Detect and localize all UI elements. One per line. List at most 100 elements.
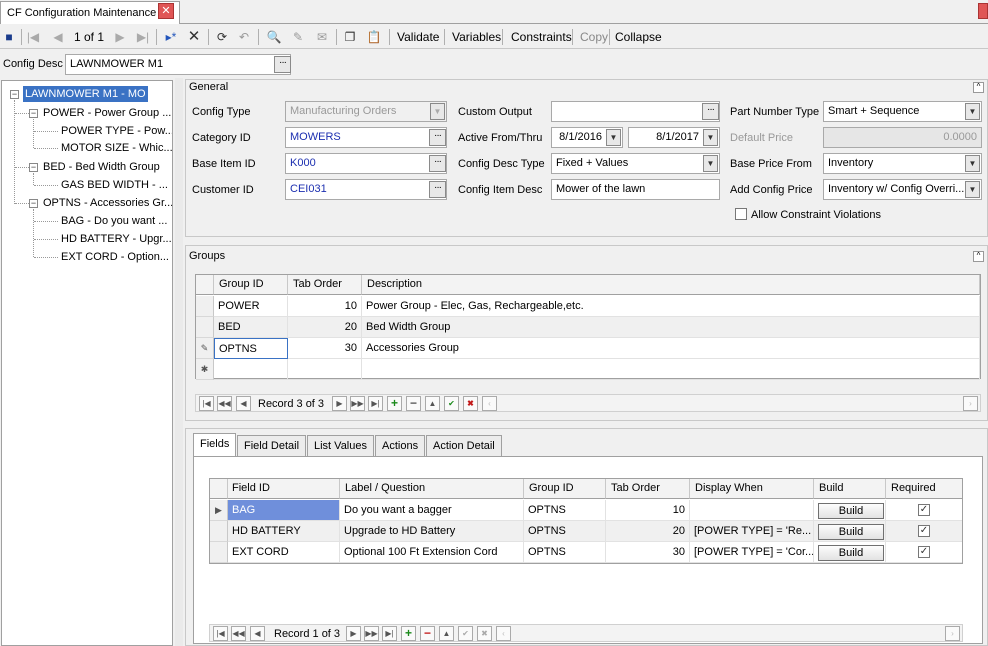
- validate-button[interactable]: Validate: [397, 29, 439, 45]
- new-row-icon[interactable]: ✱: [196, 359, 214, 380]
- collapse-up-icon[interactable]: ^: [973, 82, 984, 93]
- column-header[interactable]: Field ID: [228, 479, 340, 499]
- collapse-icon[interactable]: −: [29, 109, 38, 118]
- column-header[interactable]: Tab Order: [606, 479, 690, 499]
- chevron-down-icon[interactable]: ▼: [606, 129, 621, 146]
- chevron-down-icon[interactable]: ▼: [965, 103, 980, 120]
- remove-icon[interactable]: −: [420, 626, 435, 641]
- first-record-icon[interactable]: |◀: [199, 396, 214, 411]
- refresh-icon[interactable]: ⟳: [214, 28, 230, 46]
- confirm-icon[interactable]: ✔: [458, 626, 473, 641]
- field-id-cell[interactable]: HD BATTERY: [228, 521, 340, 542]
- scroll-right-icon[interactable]: ›: [963, 396, 978, 411]
- group-id-cell[interactable]: OPTNS: [214, 338, 288, 359]
- tree-root[interactable]: LAWNMOWER M1 - MO: [23, 86, 148, 102]
- group-id-cell[interactable]: BED: [214, 317, 288, 338]
- prev-page-icon[interactable]: ◀◀: [231, 626, 246, 641]
- column-header[interactable]: Tab Order: [288, 275, 362, 295]
- field-id-cell[interactable]: BAG: [228, 500, 340, 521]
- next-record-icon[interactable]: ▶: [332, 396, 347, 411]
- tab-order-cell[interactable]: 20: [288, 317, 362, 338]
- next-record-icon[interactable]: ▶: [114, 28, 126, 46]
- constraints-button[interactable]: Constraints: [511, 29, 572, 45]
- part-number-type-select[interactable]: Smart + Sequence: [823, 101, 982, 122]
- display-when-cell[interactable]: [POWER TYPE] = 'Re...: [690, 521, 814, 542]
- tab-actions[interactable]: Actions: [375, 435, 426, 457]
- scroll-left-icon[interactable]: ‹: [496, 626, 511, 641]
- tab-action-detail[interactable]: Action Detail: [426, 435, 502, 457]
- add-config-price-select[interactable]: Inventory w/ Config Overri...: [823, 179, 982, 200]
- tree-item[interactable]: GAS BED WIDTH - ...: [61, 177, 168, 193]
- tab-order-cell[interactable]: 10: [606, 500, 690, 521]
- build-button[interactable]: Build: [818, 524, 884, 540]
- new-row-cell[interactable]: [362, 359, 980, 380]
- custom-output-input[interactable]: [551, 101, 720, 122]
- scroll-right-icon[interactable]: ›: [945, 626, 960, 641]
- collapse-icon[interactable]: −: [29, 163, 38, 172]
- close-tab-icon[interactable]: ✕: [158, 3, 174, 19]
- custom-output-lookup-button[interactable]: ···: [702, 103, 719, 120]
- last-record-icon[interactable]: ▶|: [136, 28, 150, 46]
- next-page-icon[interactable]: ▶▶: [350, 396, 365, 411]
- prev-record-icon[interactable]: ◀: [250, 626, 265, 641]
- prev-record-icon[interactable]: ◀: [236, 396, 251, 411]
- config-desc-type-select[interactable]: Fixed + Values: [551, 153, 720, 174]
- prev-page-icon[interactable]: ◀◀: [217, 396, 232, 411]
- delete-icon[interactable]: ✕: [186, 28, 202, 46]
- base-item-lookup-button[interactable]: ···: [429, 155, 446, 172]
- add-icon[interactable]: +: [401, 626, 416, 641]
- display-when-cell[interactable]: [690, 500, 814, 521]
- add-icon[interactable]: +: [387, 396, 402, 411]
- base-price-from-select[interactable]: Inventory: [823, 153, 982, 174]
- config-desc-lookup-button[interactable]: ···: [274, 56, 291, 73]
- first-record-icon[interactable]: |◀: [213, 626, 228, 641]
- group-id-cell[interactable]: OPTNS: [524, 521, 606, 542]
- collapse-icon[interactable]: −: [29, 199, 38, 208]
- filter-icon[interactable]: ✎: [290, 28, 306, 46]
- tab-list-values[interactable]: List Values: [307, 435, 374, 457]
- document-tab[interactable]: CF Configuration Maintenance: [0, 1, 180, 24]
- tree-item[interactable]: BAG - Do you want ...: [61, 213, 167, 229]
- close-window-icon[interactable]: [978, 3, 988, 19]
- column-header[interactable]: Group ID: [524, 479, 606, 499]
- scroll-left-icon[interactable]: ‹: [482, 396, 497, 411]
- cancel-icon[interactable]: ✖: [463, 396, 478, 411]
- tab-order-cell[interactable]: 10: [288, 296, 362, 317]
- next-record-icon[interactable]: ▶: [346, 626, 361, 641]
- prev-record-icon[interactable]: ◀: [52, 28, 64, 46]
- row-indicator[interactable]: [210, 521, 228, 542]
- remove-icon[interactable]: −: [406, 396, 421, 411]
- email-icon[interactable]: ✉: [314, 28, 330, 46]
- current-row-icon[interactable]: ▶: [210, 500, 228, 521]
- next-page-icon[interactable]: ▶▶: [364, 626, 379, 641]
- group-id-cell[interactable]: POWER: [214, 296, 288, 317]
- tree-item[interactable]: HD BATTERY - Upgr...: [61, 231, 172, 247]
- row-indicator[interactable]: [210, 542, 228, 563]
- chevron-down-icon[interactable]: ▼: [703, 129, 718, 146]
- category-lookup-button[interactable]: ···: [429, 129, 446, 146]
- description-cell[interactable]: Power Group - Elec, Gas, Rechargeable,et…: [362, 296, 980, 317]
- group-id-cell[interactable]: OPTNS: [524, 542, 606, 563]
- new-row-cell[interactable]: [288, 359, 362, 380]
- cancel-icon[interactable]: ✖: [477, 626, 492, 641]
- chevron-down-icon[interactable]: ▼: [703, 155, 718, 172]
- tree-item[interactable]: EXT CORD - Option...: [61, 249, 169, 265]
- field-id-cell[interactable]: EXT CORD: [228, 542, 340, 563]
- description-cell[interactable]: Bed Width Group: [362, 317, 980, 338]
- row-indicator[interactable]: [196, 296, 214, 317]
- build-button[interactable]: Build: [818, 503, 884, 519]
- tab-field-detail[interactable]: Field Detail: [237, 435, 307, 457]
- print-preview-icon[interactable]: 🔍: [266, 28, 282, 46]
- tree-item[interactable]: MOTOR SIZE - Whic...: [61, 140, 172, 156]
- copy-button[interactable]: Copy: [580, 29, 608, 45]
- splitter[interactable]: [175, 78, 183, 646]
- tree-item[interactable]: BED - Bed Width Group: [43, 159, 160, 175]
- column-header[interactable]: Group ID: [214, 275, 288, 295]
- label-cell[interactable]: Optional 100 Ft Extension Cord: [340, 542, 524, 563]
- chevron-down-icon[interactable]: ▼: [965, 155, 980, 172]
- tab-order-cell[interactable]: 30: [606, 542, 690, 563]
- config-item-desc-input[interactable]: Mower of the lawn: [551, 179, 720, 200]
- move-up-icon[interactable]: ▲: [439, 626, 454, 641]
- last-record-icon[interactable]: ▶|: [382, 626, 397, 641]
- tree-item[interactable]: POWER - Power Group ...: [43, 105, 171, 121]
